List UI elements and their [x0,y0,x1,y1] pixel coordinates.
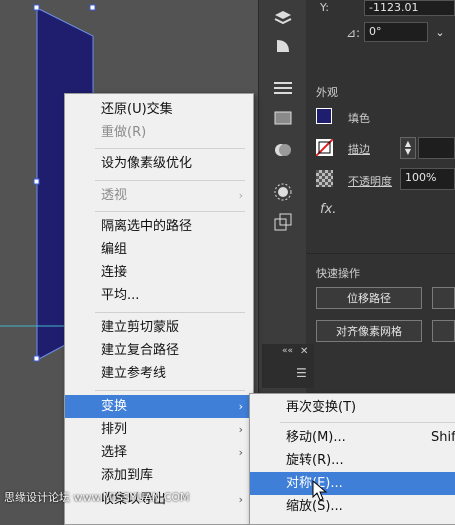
menu-item-label: 建立参考线 [101,366,167,381]
fill-swatch[interactable] [316,108,332,124]
divider [306,253,455,254]
appearance-title: 外观 [316,86,338,99]
menu-item-perspective: 透视 › [65,184,253,207]
collapsed-panel: «« ✕ ☰ [262,344,314,388]
submenu-item-scale[interactable]: 缩放(S)... [250,495,455,518]
menu-item-select[interactable]: 选择 › [65,441,253,464]
menu-item-add-to-library[interactable]: 添加到库 [65,464,253,487]
menu-item-join[interactable]: 连接 [65,261,253,284]
menu-separator [95,390,245,391]
fill-label: 填色 [348,112,370,125]
panel-menu-icon[interactable]: ☰ [296,366,307,380]
menu-separator [280,422,455,423]
submenu-item-label: 旋转(R)... [286,453,344,468]
chevron-right-icon: › [238,423,243,436]
angle-dropdown-icon[interactable]: ⌄ [430,22,450,42]
chevron-right-icon: › [238,493,243,506]
close-icon[interactable]: ✕ [300,346,308,357]
menu-item-label: 编组 [101,242,128,257]
submenu-item-move[interactable]: 移动(M)... Shift [250,426,455,449]
opacity-icon [316,170,333,187]
gradient-box-icon[interactable] [271,106,295,130]
submenu-item-reflect[interactable]: 对称(E)... [250,472,455,495]
angle-icon: ⊿: [346,26,361,40]
quick-action-button-2[interactable] [432,287,455,309]
menu-item-label: 重做(R) [101,125,147,140]
menu-lines-icon[interactable] [271,76,295,100]
menu-separator [95,211,245,212]
chevron-right-icon: › [238,446,243,459]
overlap-circles-icon[interactable] [271,138,295,162]
menu-item-label: 连接 [101,265,128,280]
move-shortcut: Shift [431,430,455,445]
menu-item-make-guides[interactable]: 建立参考线 [65,362,253,385]
menu-item-label: 隔离选中的路径 [101,219,193,234]
y-label: Y: [320,1,329,14]
submenu-item-transform-again[interactable]: 再次变换(T) [250,396,455,419]
menu-item-arrange[interactable]: 排列 › [65,418,253,441]
transform-submenu: 再次变换(T) 移动(M)...Shift 旋转(R)... 对称(E)... … [249,393,455,525]
selection-handle [89,4,96,11]
angle-field[interactable]: 0° [364,22,428,42]
menu-item-label: 透视 [101,188,128,203]
menu-item-compound-path[interactable]: 建立复合路径 [65,339,253,362]
menu-item-label: 变换 [101,399,128,414]
submenu-item-label: 再次变换(T) [286,400,357,415]
watermark: 思缘设计论坛 www.MISSYUAN.COM [4,491,190,504]
menu-item-isolate-path[interactable]: 隔离选中的路径 [65,215,253,238]
menu-item-redo: 重做(R) [65,121,253,144]
layers-icon[interactable] [271,6,295,30]
menu-item-label: 排列 [101,422,128,437]
menu-item-label: 选择 [101,445,128,460]
stroke-swatch[interactable] [316,139,333,156]
y-field[interactable]: -1123.01 [364,0,455,16]
submenu-item-label: 移动(M)... [286,430,346,445]
selection-handle [33,355,40,362]
export-icon[interactable] [271,210,295,234]
mouse-cursor-icon [312,480,328,501]
offset-path-button[interactable]: 位移路径 [316,287,422,309]
align-pixel-grid-button[interactable]: 对齐像素网格 [316,320,422,342]
menu-item-undo[interactable]: 还原(U)交集 [65,98,253,121]
menu-item-label: 添加到库 [101,468,154,483]
menu-item-label: 平均... [101,288,140,303]
menu-item-transform[interactable]: 变换 › [65,395,253,418]
menu-separator [95,148,245,149]
selection-handle [33,4,40,11]
chevron-right-icon: › [238,400,243,413]
menu-item-label: 设为像素级优化 [101,156,193,171]
menu-item-label: 建立复合路径 [101,343,180,358]
opacity-label[interactable]: 不透明度 [348,173,392,189]
menu-item-pixel-optimize[interactable]: 设为像素级优化 [65,152,253,175]
quarter-shape-icon[interactable] [271,34,295,58]
stroke-weight-field[interactable] [418,137,455,159]
menu-item-group[interactable]: 编组 [65,238,253,261]
menu-separator [95,180,245,181]
sun-icon[interactable] [271,180,295,204]
submenu-item-rotate[interactable]: 旋转(R)... [250,449,455,472]
quick-action-button-4[interactable] [432,320,455,342]
menu-separator [95,312,245,313]
opacity-field[interactable]: 100% [400,168,455,190]
quick-actions-title: 快速操作 [316,267,360,280]
menu-item-clipping-mask[interactable]: 建立剪切蒙版 [65,316,253,339]
chevron-right-icon: › [238,189,243,202]
context-menu: 还原(U)交集 重做(R) 设为像素级优化 透视 › 隔离选中的路径 编组 连接 … [64,93,254,525]
stroke-label[interactable]: 描边 [348,141,370,157]
menu-item-label: 建立剪切蒙版 [101,320,180,335]
selection-handle [33,178,40,185]
menu-item-label: 还原(U)交集 [101,102,173,117]
collapse-icon[interactable]: «« [282,346,293,356]
fx-icon[interactable]: fx. [320,202,336,217]
stroke-stepper[interactable]: ▲ ▼ [400,137,416,159]
menu-item-average[interactable]: 平均... [65,284,253,307]
